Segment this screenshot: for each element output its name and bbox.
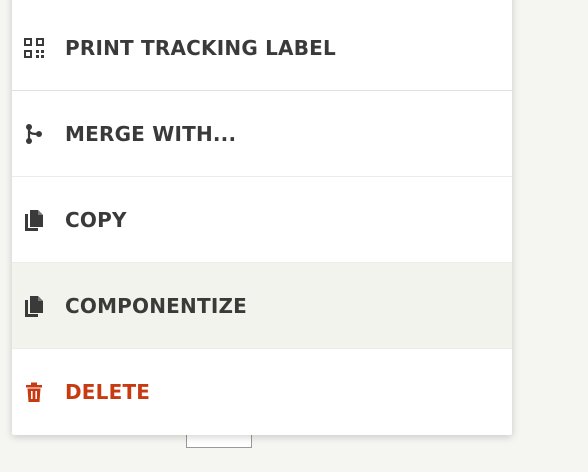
menu-item-print-tracking-label[interactable]: PRINT TRACKING LABEL — [12, 5, 512, 90]
menu-item-label: MERGE WITH... — [65, 121, 237, 146]
menu-item-delete[interactable]: DELETE — [12, 349, 512, 434]
menu-item-copy[interactable]: COPY — [12, 177, 512, 262]
context-menu: PRINT TRACKING LABEL MERGE WITH... COPY — [12, 0, 512, 435]
copy-icon — [23, 295, 45, 317]
qr-code-icon — [23, 37, 45, 59]
menu-item-componentize[interactable]: COMPONENTIZE — [12, 263, 512, 348]
menu-item-label: DELETE — [65, 379, 151, 404]
copy-icon — [23, 209, 45, 231]
merge-icon — [23, 123, 45, 145]
trash-icon — [23, 381, 45, 403]
menu-item-label: PRINT TRACKING LABEL — [65, 35, 336, 60]
menu-item-merge-with[interactable]: MERGE WITH... — [12, 91, 512, 176]
menu-item-label: COPY — [65, 207, 127, 232]
menu-item-label: COMPONENTIZE — [65, 293, 248, 318]
